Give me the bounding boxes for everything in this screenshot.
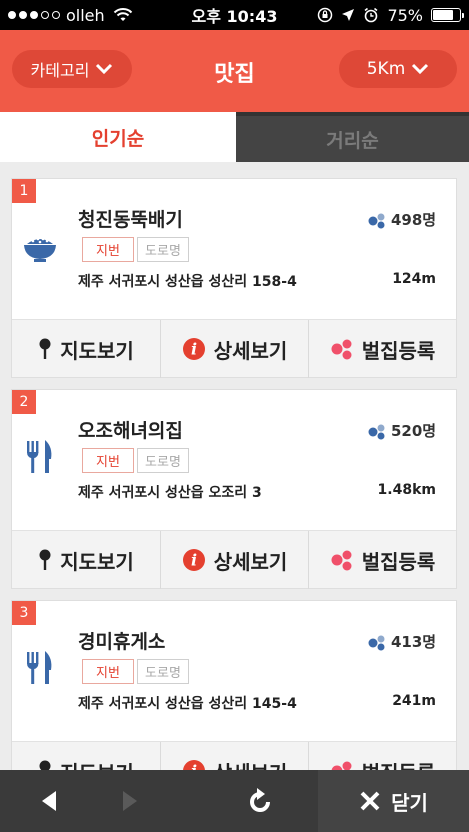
- tab-distance[interactable]: 거리순: [236, 112, 469, 162]
- jibun-badge[interactable]: 지번: [82, 237, 134, 262]
- info-icon: i: [182, 338, 205, 360]
- map-view-label: 지도보기: [60, 549, 134, 574]
- road-name-badge[interactable]: 도로명: [137, 448, 189, 473]
- distance-dropdown[interactable]: 5Km: [339, 50, 457, 88]
- hive-icon: [331, 339, 352, 360]
- visitor-count: 520명: [367, 420, 436, 441]
- sort-tabs: 인기순 거리순: [0, 112, 469, 162]
- detail-view-label: 상세보기: [213, 338, 288, 363]
- restaurant-card[interactable]: 2 오조해녀의집 지번 도로명 520명 제주 서귀포시 성산읍 오조리 3 1…: [11, 389, 457, 589]
- svg-text:i: i: [191, 762, 197, 771]
- register-label: 벌집등록: [361, 338, 436, 363]
- people-icon: [368, 424, 385, 439]
- restaurant-card[interactable]: 3 경미휴게소 지번 도로명 413명 제주 서귀포시 성산읍 성산리 145-…: [11, 600, 457, 770]
- refresh-icon[interactable]: [245, 787, 275, 817]
- battery-icon: [431, 8, 464, 22]
- map-pin-icon: [39, 338, 51, 359]
- fork-knife-icon: [27, 651, 52, 684]
- restaurant-name: 경미휴게소: [78, 631, 166, 653]
- visitor-count-label: 498명: [391, 211, 437, 229]
- visitor-count-label: 520명: [391, 422, 437, 440]
- detail-view-button[interactable]: i 상세보기: [160, 531, 308, 589]
- back-icon[interactable]: [36, 788, 62, 814]
- restaurant-list[interactable]: 1 청진동뚝배기 지번 도로명 498명 제주 서귀포시 성산읍 성산리 158…: [0, 162, 469, 770]
- register-button[interactable]: 벌집등록: [308, 531, 456, 589]
- road-name-badge[interactable]: 도로명: [137, 659, 189, 684]
- register-button[interactable]: 벌집등록: [308, 320, 456, 378]
- people-icon: [368, 213, 385, 228]
- location-icon: [342, 9, 355, 21]
- close-icon: [360, 791, 380, 811]
- people-icon: [368, 635, 385, 650]
- browser-toolbar: 닫기: [0, 770, 469, 832]
- header: 카테고리 맛집 5Km: [0, 30, 469, 112]
- carrier-name: olleh: [66, 5, 105, 25]
- chevron-down-icon: [412, 63, 429, 75]
- rank-badge: 1: [12, 179, 36, 203]
- close-label: 닫기: [391, 790, 428, 815]
- map-pin-icon: [39, 549, 51, 570]
- restaurant-distance: 124m: [392, 271, 436, 287]
- map-view-button[interactable]: 지도보기: [12, 320, 160, 378]
- info-icon: i: [182, 549, 205, 571]
- signal-strength-icon: [8, 11, 60, 19]
- svg-text:i: i: [191, 340, 197, 359]
- restaurant-address: 제주 서귀포시 성산읍 오조리 3: [78, 485, 262, 501]
- hive-icon: [331, 761, 352, 770]
- visitor-count-label: 413명: [391, 633, 437, 651]
- restaurant-distance: 1.48km: [377, 482, 436, 498]
- rank-badge: 3: [12, 601, 36, 625]
- rank-badge: 2: [12, 390, 36, 414]
- forward-icon[interactable]: [117, 788, 143, 814]
- fork-knife-icon: [27, 440, 52, 473]
- alarm-icon: [364, 7, 378, 23]
- map-view-button[interactable]: 지도보기: [12, 742, 160, 770]
- map-view-label: 지도보기: [60, 338, 134, 363]
- jibun-badge[interactable]: 지번: [82, 448, 134, 473]
- register-label: 벌집등록: [361, 549, 436, 574]
- status-bar: olleh 오후 10:43 75%: [0, 0, 469, 30]
- battery-percent: 75%: [387, 5, 423, 25]
- rotation-lock-icon: [318, 7, 333, 23]
- detail-view-button[interactable]: i 상세보기: [160, 320, 308, 378]
- close-button[interactable]: 닫기: [318, 770, 469, 832]
- restaurant-name: 오조해녀의집: [78, 420, 183, 442]
- detail-view-button[interactable]: i 상세보기: [160, 742, 308, 770]
- info-icon: i: [182, 760, 205, 771]
- svg-text:i: i: [191, 551, 197, 570]
- clock: 오후 10:43: [191, 7, 278, 26]
- wifi-icon: [113, 8, 132, 21]
- restaurant-address: 제주 서귀포시 성산읍 성산리 145-4: [78, 696, 297, 712]
- jibun-badge[interactable]: 지번: [82, 659, 134, 684]
- restaurant-distance: 241m: [392, 693, 436, 709]
- map-pin-icon: [39, 760, 51, 770]
- map-view-label: 지도보기: [60, 757, 134, 771]
- road-name-badge[interactable]: 도로명: [137, 237, 189, 262]
- detail-view-label: 상세보기: [213, 549, 288, 574]
- tab-popular[interactable]: 인기순: [0, 112, 236, 162]
- hive-icon: [331, 550, 352, 571]
- restaurant-card[interactable]: 1 청진동뚝배기 지번 도로명 498명 제주 서귀포시 성산읍 성산리 158…: [11, 178, 457, 378]
- restaurant-address: 제주 서귀포시 성산읍 성산리 158-4: [78, 274, 297, 290]
- bowl-icon: [24, 237, 56, 262]
- visitor-count: 413명: [367, 631, 436, 652]
- distance-filter-label: 5Km: [366, 59, 406, 79]
- restaurant-name: 청진동뚝배기: [78, 209, 183, 231]
- register-button[interactable]: 벌집등록: [308, 742, 456, 770]
- register-label: 벌집등록: [362, 757, 436, 771]
- map-view-button[interactable]: 지도보기: [12, 531, 160, 589]
- detail-view-label: 상세보기: [214, 757, 288, 771]
- visitor-count: 498명: [367, 209, 436, 230]
